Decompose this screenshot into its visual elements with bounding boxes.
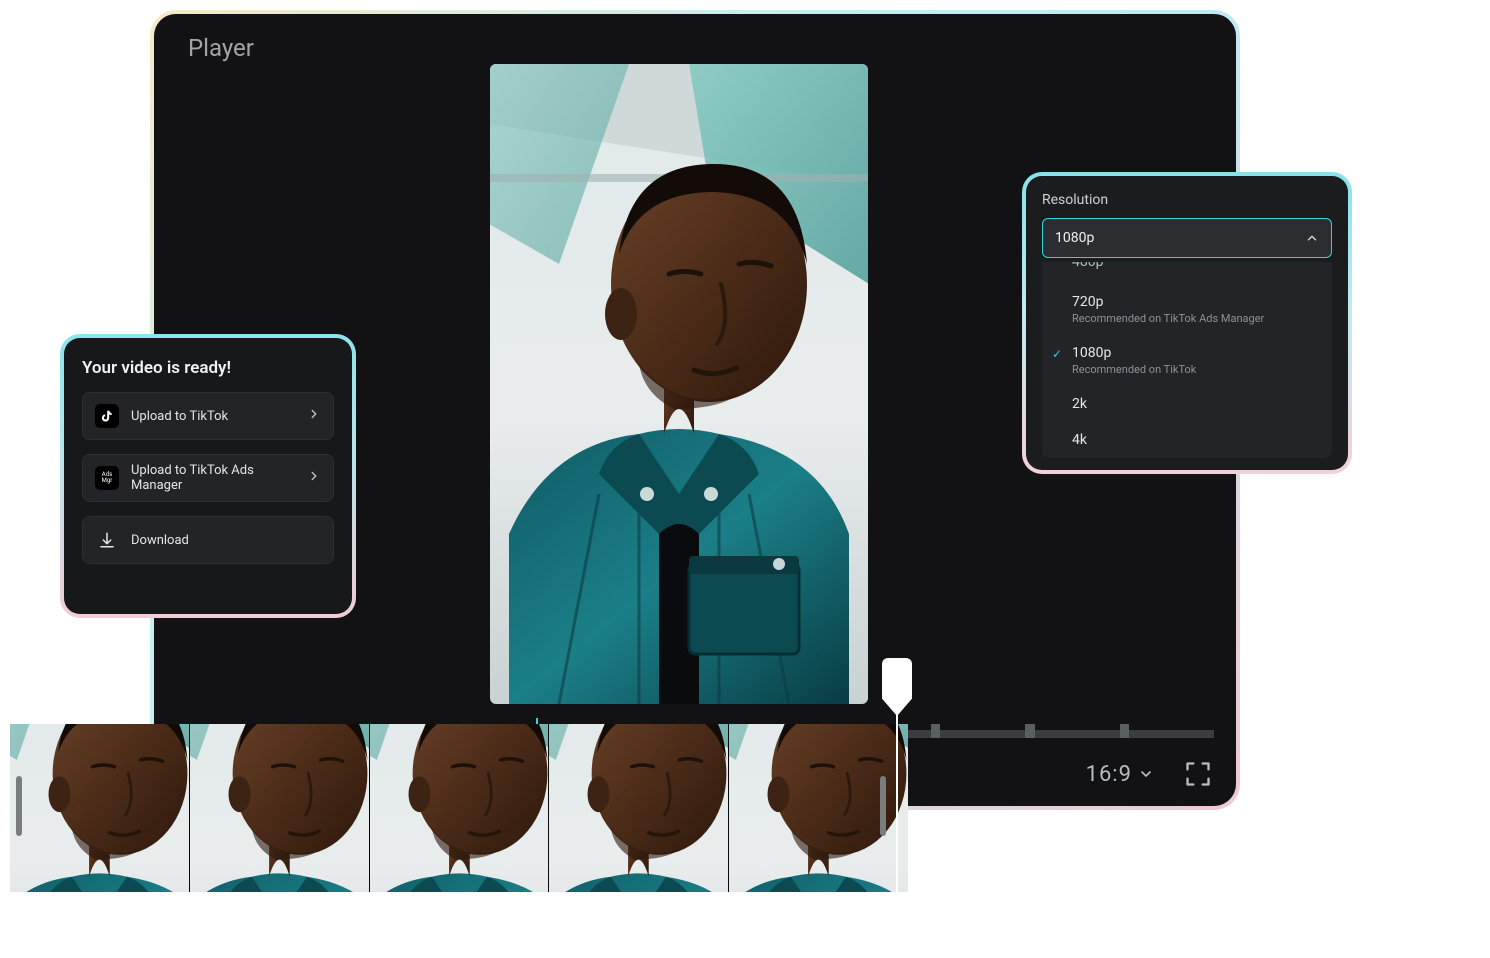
- timeline-thumb[interactable]: [190, 724, 370, 892]
- resolution-selected-value: 1080p: [1055, 230, 1094, 246]
- chevron-up-icon: [1305, 231, 1319, 245]
- timeline-thumb[interactable]: [10, 724, 190, 892]
- player-bottom-controls: 16:9: [1086, 760, 1212, 788]
- option-label: Upload to TikTok Ads Manager: [131, 463, 295, 493]
- tiktok-icon: [95, 404, 119, 428]
- chevron-down-icon: [1138, 766, 1154, 782]
- timeline-clip[interactable]: [10, 724, 908, 892]
- trim-handle-left[interactable]: [16, 776, 22, 836]
- export-heading: Your video is ready!: [82, 358, 334, 378]
- ads-manager-icon: AdsMgr: [95, 466, 119, 490]
- resolution-option-2k[interactable]: 2k: [1042, 386, 1332, 422]
- download-button[interactable]: Download: [82, 516, 334, 564]
- upload-ads-manager-button[interactable]: AdsMgr Upload to TikTok Ads Manager: [82, 454, 334, 502]
- resolution-panel: Resolution 1080p 480p 720p Recommended o…: [1022, 172, 1352, 474]
- chevron-right-icon: [307, 407, 321, 425]
- option-label: Download: [131, 533, 321, 548]
- resolution-label: Resolution: [1042, 192, 1332, 208]
- aspect-ratio-value: 16:9: [1086, 762, 1132, 787]
- video-preview[interactable]: [490, 64, 868, 704]
- upload-tiktok-button[interactable]: Upload to TikTok: [82, 392, 334, 440]
- export-panel: Your video is ready! Upload to TikTok Ad…: [60, 334, 356, 618]
- resolution-option-480p[interactable]: 480p: [1042, 262, 1332, 284]
- chevron-right-icon: [307, 469, 321, 487]
- resolution-option-1080p[interactable]: ✓ 1080p Recommended on TikTok: [1042, 335, 1332, 386]
- download-icon: [95, 528, 119, 552]
- fullscreen-icon: [1184, 760, 1212, 788]
- player-title: Player: [188, 34, 254, 62]
- timeline-thumb[interactable]: [370, 724, 550, 892]
- aspect-ratio-selector[interactable]: 16:9: [1086, 762, 1154, 787]
- trim-handle-right[interactable]: [880, 776, 886, 836]
- timeline-thumb[interactable]: [549, 724, 729, 892]
- resolution-options-list: 480p 720p Recommended on TikTok Ads Mana…: [1042, 262, 1332, 458]
- resolution-option-720p[interactable]: 720p Recommended on TikTok Ads Manager: [1042, 284, 1332, 335]
- option-label: Upload to TikTok: [131, 409, 295, 424]
- fullscreen-button[interactable]: [1184, 760, 1212, 788]
- resolution-option-4k[interactable]: 4k: [1042, 422, 1332, 458]
- check-icon: ✓: [1052, 347, 1062, 361]
- resolution-select[interactable]: 1080p: [1042, 218, 1332, 258]
